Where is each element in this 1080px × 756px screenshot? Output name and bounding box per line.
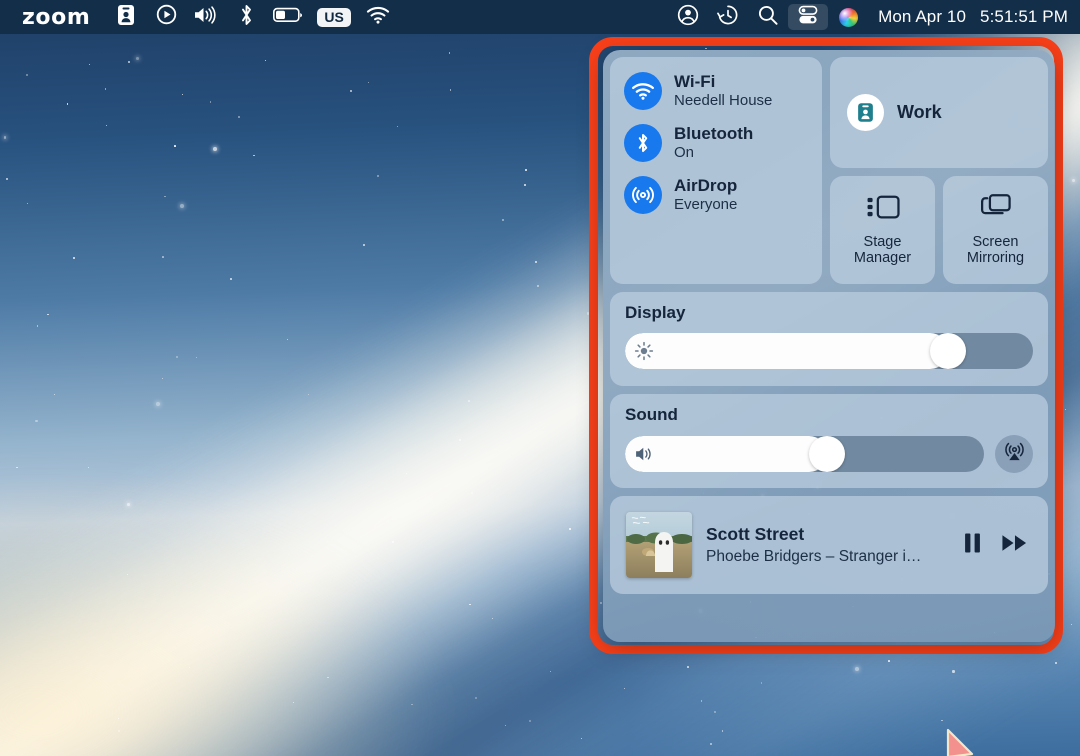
- focus-tile[interactable]: Work: [830, 57, 1048, 168]
- focus-id-badge-icon: [117, 4, 135, 31]
- screen-mirroring-label-line1: Screen: [973, 234, 1019, 250]
- time-machine-icon: [717, 4, 739, 31]
- search-icon: [757, 4, 779, 31]
- sound-section-title: Sound: [625, 405, 1033, 425]
- speaker-icon: [634, 445, 658, 463]
- menubar-user-item[interactable]: [668, 4, 708, 30]
- airplay-audio-button[interactable]: [995, 435, 1033, 473]
- menubar-volume-item[interactable]: [186, 4, 226, 30]
- airdrop-toggle-subtitle: Everyone: [674, 197, 737, 213]
- display-section-title: Display: [625, 303, 1033, 323]
- user-account-icon: [677, 4, 699, 31]
- now-playing-text: Scott Street Phoebe Bridgers – Stranger …: [706, 525, 949, 565]
- keyboard-input-badge: US: [317, 8, 350, 27]
- menu-bar-left: zoom: [0, 4, 398, 30]
- airdrop-toggle-text: AirDrop Everyone: [674, 177, 737, 214]
- stage-manager-label-line2: Manager: [854, 250, 911, 266]
- menubar-time-machine-item[interactable]: [708, 4, 748, 30]
- control-center-top-row: Wi-Fi Needell House Bluetooth On: [610, 57, 1048, 284]
- control-center-panel: Wi-Fi Needell House Bluetooth On: [603, 50, 1055, 642]
- brightness-slider-fill: [625, 333, 948, 369]
- airdrop-toggle[interactable]: AirDrop Everyone: [610, 176, 822, 214]
- volume-slider[interactable]: [625, 436, 984, 472]
- menubar-focus-icon-item[interactable]: [106, 4, 146, 30]
- stage-manager-label-line1: Stage: [864, 234, 902, 250]
- menubar-now-playing-item[interactable]: [146, 4, 186, 30]
- bluetooth-icon: [624, 124, 662, 162]
- now-playing-subtitle: Phoebe Bridgers – Stranger i…: [706, 548, 946, 565]
- menubar-battery-item[interactable]: [266, 4, 310, 30]
- fast-forward-button[interactable]: [1001, 532, 1028, 559]
- wifi-toggle-title: Wi-Fi: [674, 73, 772, 91]
- menubar-clock[interactable]: Mon Apr 10 5:51:51 PM: [868, 7, 1068, 27]
- play-circle-icon: [156, 4, 177, 30]
- stage-manager-icon: [864, 192, 902, 227]
- album-art[interactable]: [626, 512, 692, 578]
- menubar-spotlight-item[interactable]: [748, 4, 788, 30]
- screen-mirroring-label-line2: Mirroring: [967, 250, 1024, 266]
- stage-manager-tile[interactable]: Stage Manager: [830, 176, 935, 284]
- now-playing-controls: [963, 531, 1032, 560]
- menu-bar-right: Mon Apr 10 5:51:51 PM: [668, 4, 1080, 30]
- now-playing-tile: Scott Street Phoebe Bridgers – Stranger …: [610, 496, 1048, 594]
- screen-mirroring-icon: [978, 192, 1014, 227]
- focus-id-badge-icon: [847, 94, 884, 131]
- menubar-siri-item[interactable]: [828, 4, 868, 30]
- display-slider-row: [625, 333, 1033, 369]
- mouse-cursor: [946, 724, 982, 756]
- brightness-slider-knob[interactable]: [930, 333, 966, 369]
- menu-bar: zoom: [0, 0, 1080, 34]
- volume-icon: [193, 5, 219, 30]
- bluetooth-icon: [239, 4, 254, 31]
- menubar-time: 5:51:51 PM: [980, 7, 1068, 27]
- sound-tile: Sound: [610, 394, 1048, 488]
- bluetooth-toggle[interactable]: Bluetooth On: [610, 124, 822, 162]
- airplay-audio-icon: [1003, 440, 1026, 468]
- volume-slider-knob[interactable]: [809, 436, 845, 472]
- bluetooth-toggle-text: Bluetooth On: [674, 125, 753, 162]
- wifi-icon: [366, 6, 390, 29]
- battery-icon: [273, 7, 303, 28]
- screen-mirroring-tile[interactable]: Screen Mirroring: [943, 176, 1048, 284]
- bluetooth-toggle-subtitle: On: [674, 145, 753, 161]
- wifi-toggle-subtitle: Needell House: [674, 93, 772, 109]
- now-playing-title: Scott Street: [706, 525, 949, 545]
- airdrop-icon: [624, 176, 662, 214]
- airdrop-toggle-title: AirDrop: [674, 177, 737, 195]
- brightness-icon: [634, 341, 654, 361]
- brightness-slider[interactable]: [625, 333, 1033, 369]
- menubar-wifi-item[interactable]: [358, 4, 398, 30]
- wifi-toggle[interactable]: Wi-Fi Needell House: [610, 72, 822, 110]
- control-center-right-column: Work Stage Manager: [830, 57, 1048, 284]
- pause-button[interactable]: [963, 531, 982, 560]
- wifi-toggle-text: Wi-Fi Needell House: [674, 73, 772, 110]
- menubar-date: Mon Apr 10: [878, 7, 966, 27]
- wifi-icon: [624, 72, 662, 110]
- control-center-icon: [797, 4, 819, 31]
- stranger-in-the-alps-cover-art: [626, 512, 692, 578]
- display-tile: Display: [610, 292, 1048, 386]
- focus-tile-label: Work: [897, 102, 942, 123]
- app-menu-title[interactable]: zoom: [0, 5, 106, 30]
- bluetooth-toggle-title: Bluetooth: [674, 125, 753, 143]
- stage-manager-label: Stage Manager: [854, 234, 911, 266]
- screen-mirroring-label: Screen Mirroring: [967, 234, 1024, 266]
- siri-icon: [839, 8, 858, 27]
- sound-slider-row: [625, 435, 1033, 473]
- small-tiles-row: Stage Manager Screen Mirroring: [830, 176, 1048, 284]
- connectivity-tile: Wi-Fi Needell House Bluetooth On: [610, 57, 822, 284]
- menubar-control-center-item[interactable]: [788, 4, 828, 30]
- menubar-bluetooth-item[interactable]: [226, 4, 266, 30]
- menubar-keyboard-input-item[interactable]: US: [310, 4, 357, 30]
